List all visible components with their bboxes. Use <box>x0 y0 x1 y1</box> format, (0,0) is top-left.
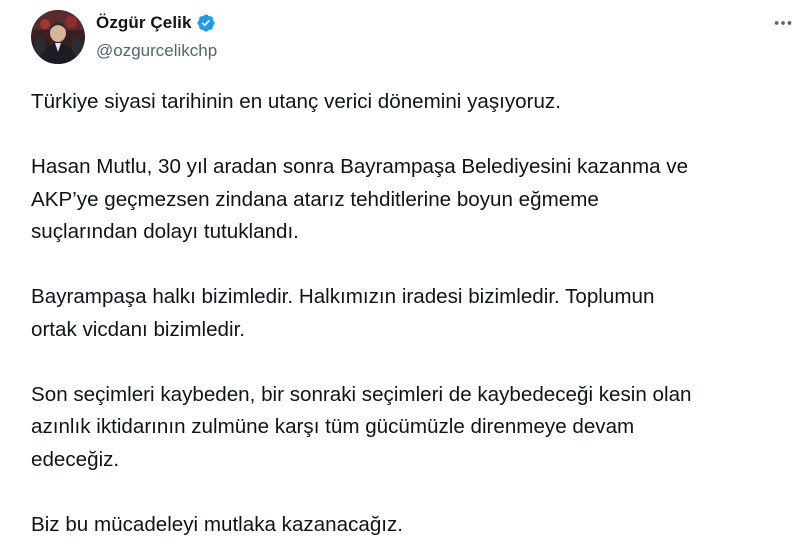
author-info: Özgür Çelik @ozgurcelikchp <box>96 11 217 61</box>
avatar[interactable] <box>31 10 85 64</box>
tweet-card: Özgür Çelik @ozgurcelikchp Türkiye siyas… <box>0 0 811 556</box>
tweet-paragraph: Hasan Mutlu, 30 yıl aradan sonra Bayramp… <box>31 155 689 243</box>
user-handle[interactable]: @ozgurcelikchp <box>96 41 217 61</box>
display-name[interactable]: Özgür Çelik <box>96 13 192 33</box>
verified-badge-icon[interactable] <box>196 13 216 33</box>
tweet-paragraph: Biz bu mücadeleyi mutlaka kazanacağız. <box>31 512 404 536</box>
tweet-paragraph: Türkiye siyasi tarihinin en utanç verici… <box>31 90 561 113</box>
tweet-paragraph: Bayrampaşa halkı bizimledir. Halkımızın … <box>31 285 655 341</box>
avatar-photo <box>31 10 85 64</box>
name-row: Özgür Çelik <box>96 11 217 35</box>
tweet-text: Türkiye siyasi tarihinin en utanç verici… <box>31 86 801 541</box>
more-options-icon[interactable] <box>772 12 794 34</box>
tweet-paragraph: Son seçimleri kaybeden, bir sonraki seçi… <box>31 382 692 471</box>
